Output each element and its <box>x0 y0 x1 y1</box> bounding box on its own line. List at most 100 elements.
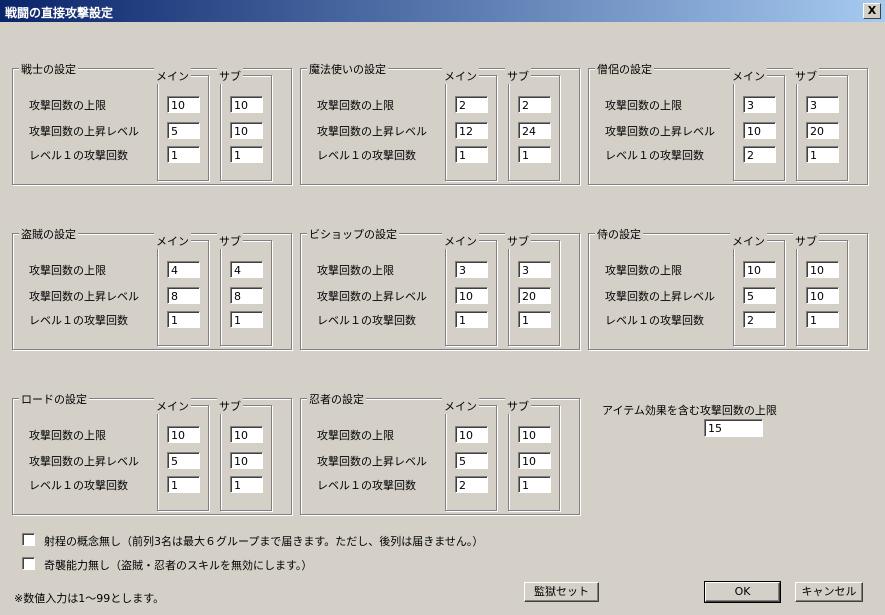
sub-column-title: サブ <box>505 68 531 84</box>
sub-field[interactable]: 1 <box>230 476 263 493</box>
item-limit-label: アイテム効果を含む攻撃回数の上限 <box>602 404 777 417</box>
main-field[interactable]: 10 <box>167 426 200 443</box>
row-label-level1: レベル１の攻撃回数 <box>29 314 128 327</box>
row-label-increase: 攻撃回数の上昇レベル <box>29 290 139 303</box>
sub-column-title: サブ <box>793 68 819 84</box>
sub-field[interactable]: 10 <box>230 122 263 139</box>
sub-field[interactable]: 1 <box>518 476 551 493</box>
main-field[interactable]: 5 <box>455 452 488 469</box>
sub-field[interactable]: 10 <box>230 96 263 113</box>
sub-field[interactable]: 3 <box>518 261 551 278</box>
row-label-level1: レベル１の攻撃回数 <box>317 314 416 327</box>
main-field[interactable]: 5 <box>743 287 776 304</box>
sub-field[interactable]: 1 <box>806 146 839 163</box>
main-field[interactable]: 12 <box>455 122 488 139</box>
main-field[interactable]: 2 <box>455 96 488 113</box>
main-field[interactable]: 2 <box>743 311 776 328</box>
main-field[interactable]: 1 <box>455 311 488 328</box>
main-field[interactable]: 8 <box>167 287 200 304</box>
main-column-title: メイン <box>442 68 479 84</box>
main-field[interactable]: 2 <box>455 476 488 493</box>
main-column-title: メイン <box>442 398 479 414</box>
sub-field[interactable]: 10 <box>230 426 263 443</box>
sub-field[interactable]: 10 <box>518 452 551 469</box>
main-column-title: メイン <box>154 233 191 249</box>
sub-field[interactable]: 20 <box>518 287 551 304</box>
main-column-title: メイン <box>442 233 479 249</box>
sub-field[interactable]: 1 <box>518 311 551 328</box>
sub-column-title: サブ <box>217 398 243 414</box>
group-title: 僧侶の設定 <box>595 61 654 77</box>
main-field[interactable]: 5 <box>167 122 200 139</box>
main-field[interactable]: 3 <box>455 261 488 278</box>
sub-field[interactable]: 4 <box>230 261 263 278</box>
ok-button[interactable]: OK <box>704 581 781 603</box>
sub-field[interactable]: 10 <box>806 287 839 304</box>
row-label-level1: レベル１の攻撃回数 <box>29 479 128 492</box>
sub-field[interactable]: 3 <box>806 96 839 113</box>
main-field[interactable]: 3 <box>743 96 776 113</box>
row-label-max: 攻撃回数の上限 <box>29 429 106 442</box>
main-field[interactable]: 10 <box>455 287 488 304</box>
row-label-level1: レベル１の攻撃回数 <box>317 149 416 162</box>
row-label-max: 攻撃回数の上限 <box>317 99 394 112</box>
sub-field[interactable]: 1 <box>230 311 263 328</box>
row-label-level1: レベル１の攻撃回数 <box>29 149 128 162</box>
group-title: 盗賊の設定 <box>19 226 78 242</box>
sub-column-title: サブ <box>217 233 243 249</box>
row-label-increase: 攻撃回数の上昇レベル <box>317 455 427 468</box>
row-label-max: 攻撃回数の上限 <box>317 264 394 277</box>
main-field[interactable]: 10 <box>455 426 488 443</box>
main-field[interactable]: 1 <box>167 476 200 493</box>
group-title: 魔法使いの設定 <box>307 61 388 77</box>
sub-field[interactable]: 10 <box>518 426 551 443</box>
main-field[interactable]: 1 <box>167 311 200 328</box>
window-title: 戦闘の直接攻撃設定 <box>5 6 114 20</box>
main-column-title: メイン <box>730 233 767 249</box>
sub-field[interactable]: 1 <box>806 311 839 328</box>
cancel-button[interactable]: キャンセル <box>795 582 863 602</box>
sub-column-title: サブ <box>505 233 531 249</box>
item-limit-input[interactable]: 15 <box>704 419 763 437</box>
main-field[interactable]: 1 <box>167 146 200 163</box>
input-range-note: ※数値入力は1～99とします。 <box>14 592 165 605</box>
row-label-increase: 攻撃回数の上昇レベル <box>317 290 427 303</box>
class-settings-group: 僧侶の設定 攻撃回数の上限 攻撃回数の上昇レベル レベル１の攻撃回数 メイン 3 10 2 サブ… <box>588 61 868 185</box>
row-label-max: 攻撃回数の上限 <box>29 264 106 277</box>
main-column-title: メイン <box>154 398 191 414</box>
class-settings-group: 盗賊の設定攻撃回数の上限攻撃回数の上昇レベル レベル１の攻撃回数 メイン 4 8 1 サブ 4… <box>12 226 292 350</box>
sub-field[interactable]: 24 <box>518 122 551 139</box>
row-label-max: 攻撃回数の上限 <box>29 99 106 112</box>
preset-button[interactable]: 監獄セット <box>524 582 599 602</box>
sub-field[interactable]: 1 <box>518 146 551 163</box>
sub-field[interactable]: 8 <box>230 287 263 304</box>
row-label-max: 攻撃回数の上限 <box>605 264 682 277</box>
main-field[interactable]: 10 <box>743 122 776 139</box>
range-concept-checkbox[interactable] <box>22 533 35 546</box>
main-field[interactable]: 5 <box>167 452 200 469</box>
main-column-title: メイン <box>730 68 767 84</box>
class-settings-group: ビショップの設定 攻撃回数の上限 攻撃回数の上昇レベル レベル１の攻撃回数 メイン 3 10… <box>300 226 580 350</box>
close-button[interactable]: X <box>863 3 881 19</box>
title-bar: 戦闘の直接攻撃設定 X <box>0 0 885 22</box>
main-field[interactable]: 10 <box>167 96 200 113</box>
sub-field[interactable]: 10 <box>230 452 263 469</box>
class-settings-group: ロードの設定攻撃回数の上限攻撃回数の上昇レベル レベル１の攻撃回数 メイン 10 5 1 サ… <box>12 391 292 515</box>
row-label-max: 攻撃回数の上限 <box>605 99 682 112</box>
row-label-level1: レベル１の攻撃回数 <box>605 314 704 327</box>
main-field[interactable]: 10 <box>743 261 776 278</box>
class-settings-group: 侍の設定 攻撃回数の上限 攻撃回数の上昇レベル レベル１の攻撃回数 メイン 10 5 2 サブ 1… <box>588 226 868 350</box>
sub-field[interactable]: 1 <box>230 146 263 163</box>
row-label-level1: レベル１の攻撃回数 <box>317 479 416 492</box>
main-field[interactable]: 2 <box>743 146 776 163</box>
sub-field[interactable]: 10 <box>806 261 839 278</box>
main-field[interactable]: 4 <box>167 261 200 278</box>
row-label-increase: 攻撃回数の上昇レベル <box>29 455 139 468</box>
class-settings-group: 魔法使いの設定 攻撃回数の上限 攻撃回数の上昇レベル レベル１の攻撃回数 メイン 2 12 1… <box>300 61 580 185</box>
surprise-attack-label: 奇襲能力無し（盗賊・忍者のスキルを無効にします。） <box>44 559 313 572</box>
sub-field[interactable]: 20 <box>806 122 839 139</box>
group-title: ロードの設定 <box>19 391 89 407</box>
sub-field[interactable]: 2 <box>518 96 551 113</box>
main-field[interactable]: 1 <box>455 146 488 163</box>
surprise-attack-checkbox[interactable] <box>22 557 35 570</box>
